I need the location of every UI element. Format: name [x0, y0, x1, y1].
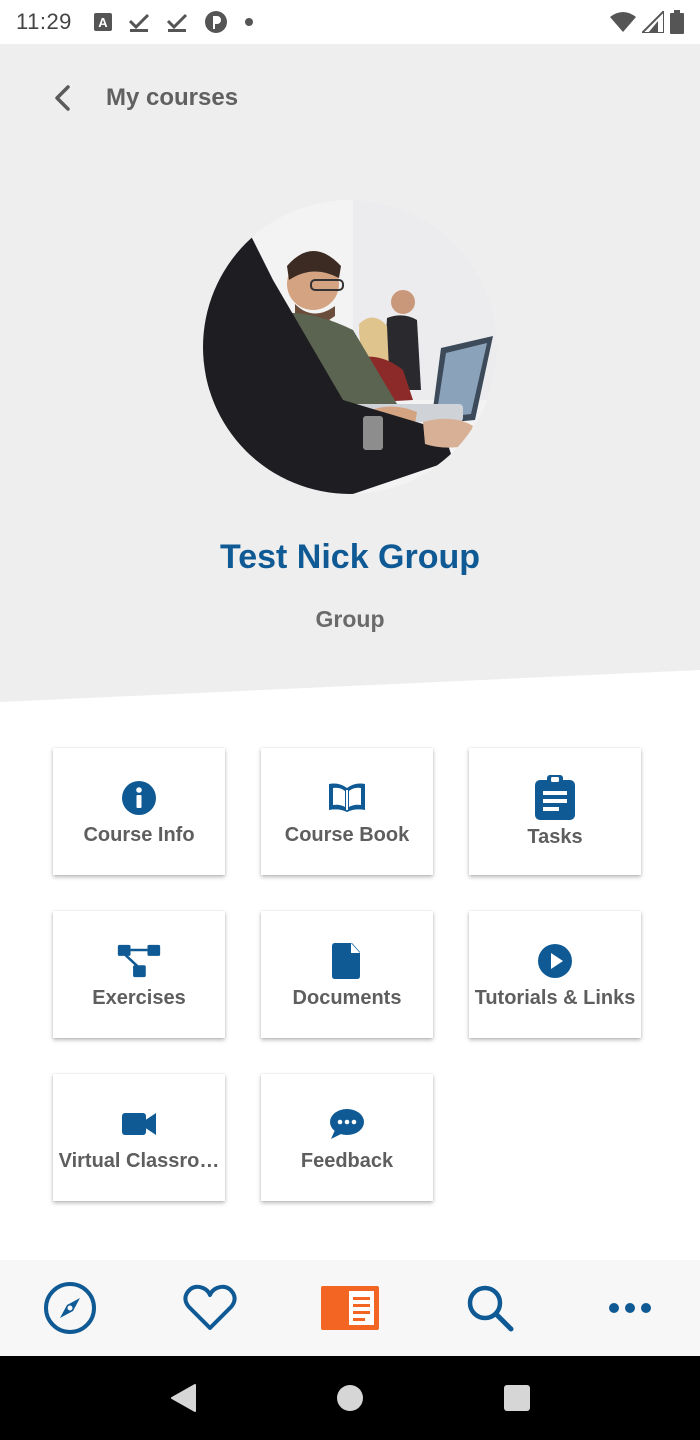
system-recents-button[interactable]: [487, 1368, 547, 1428]
system-status-icons: [610, 10, 684, 34]
signal-icon: [642, 11, 664, 33]
triangle-back-icon: [171, 1384, 197, 1412]
book-icon: [325, 776, 369, 820]
group-photo: [203, 200, 497, 494]
tile-feedback[interactable]: Feedback: [261, 1074, 433, 1201]
tile-exercises[interactable]: Exercises: [53, 911, 225, 1038]
hierarchy-icon: [117, 939, 161, 983]
play-circle-icon: [533, 939, 577, 983]
heart-icon: [183, 1284, 237, 1330]
bottom-navigation: [0, 1260, 700, 1356]
tile-tutorials-links[interactable]: Tutorials & Links: [469, 911, 641, 1038]
clipboard-icon: [533, 774, 577, 822]
nav-favorites[interactable]: [170, 1268, 250, 1348]
tile-documents[interactable]: Documents: [261, 911, 433, 1038]
nav-search[interactable]: [450, 1268, 530, 1348]
download-check-icon: [128, 13, 149, 32]
tile-course-book[interactable]: Course Book: [261, 748, 433, 875]
back-label[interactable]: My courses: [106, 84, 238, 112]
video-camera-icon: [117, 1102, 161, 1146]
text-a-icon: A: [93, 13, 112, 31]
tile-label: Course Info: [83, 824, 195, 846]
search-icon: [467, 1285, 514, 1332]
document-icon: [325, 939, 369, 983]
notification-icons: A: [93, 10, 254, 34]
nav-explore[interactable]: [30, 1268, 110, 1348]
nav-my-courses[interactable]: [310, 1268, 390, 1348]
group-avatar: [203, 200, 497, 494]
wifi-icon: [610, 12, 636, 32]
group-header: My courses Test Nick Group Group: [0, 44, 700, 702]
chevron-left-icon: [55, 85, 70, 111]
system-navigation-bar: [0, 1356, 700, 1440]
tile-label: Tutorials & Links: [474, 987, 636, 1009]
back-button[interactable]: [44, 80, 80, 116]
tile-label: Tasks: [527, 826, 583, 848]
square-recents-icon: [503, 1385, 530, 1411]
nav-more[interactable]: [590, 1268, 670, 1348]
battery-icon: [670, 10, 684, 34]
download-check-icon: [166, 13, 187, 32]
tile-label: Exercises: [92, 987, 186, 1009]
tile-tasks[interactable]: Tasks: [469, 748, 641, 875]
tile-virtual-classroom[interactable]: Virtual Classro…: [53, 1074, 225, 1201]
group-subtitle: Group: [315, 606, 385, 632]
svg-text:A: A: [98, 15, 108, 30]
tile-label: Virtual Classro…: [58, 1150, 220, 1172]
courses-icon: [321, 1286, 379, 1330]
pocket-icon: [204, 11, 227, 33]
more-icon: [609, 1303, 651, 1313]
status-bar: 11:29 A: [0, 0, 700, 44]
system-back-button[interactable]: [153, 1368, 213, 1428]
status-time: 11:29: [16, 9, 72, 34]
compass-icon: [44, 1282, 96, 1334]
tile-course-info[interactable]: Course Info: [53, 748, 225, 875]
circle-home-icon: [336, 1385, 363, 1411]
tile-label: Feedback: [300, 1150, 394, 1172]
tile-label: Documents: [292, 987, 402, 1009]
system-home-button[interactable]: [320, 1368, 380, 1428]
chat-bubble-icon: [325, 1102, 369, 1146]
group-title: Test Nick Group: [219, 538, 481, 576]
dot-icon: [244, 18, 253, 26]
info-icon: [117, 776, 161, 820]
tile-label: Course Book: [284, 824, 410, 846]
